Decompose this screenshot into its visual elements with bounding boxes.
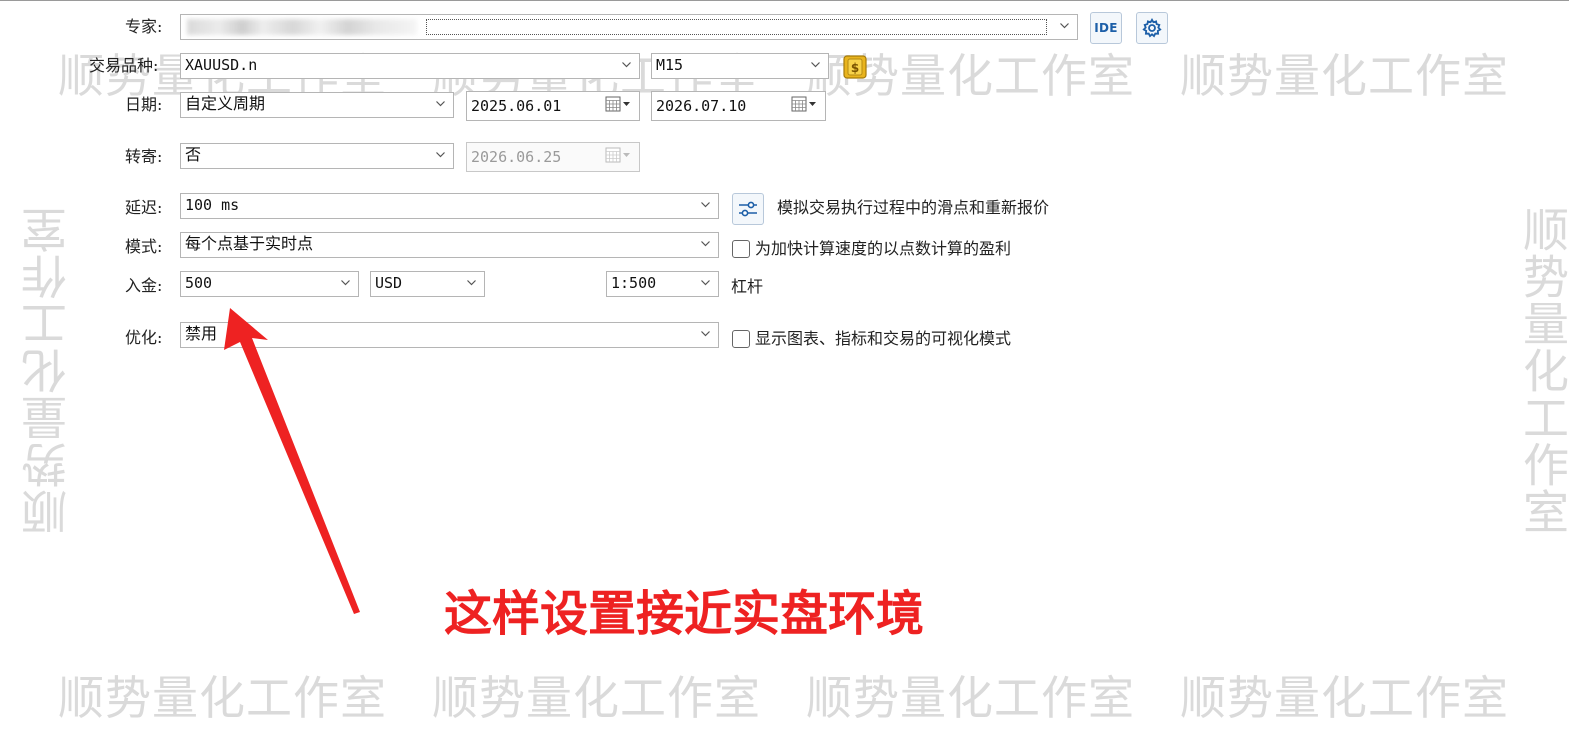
date-to-value: 2026.07.10: [656, 97, 747, 115]
top-divider: [0, 0, 1569, 1]
delay-value: 100 ms: [185, 196, 240, 214]
watermark: 顺势量化工作室: [1180, 49, 1509, 103]
optimization-select[interactable]: 禁用: [180, 322, 719, 348]
visual-mode-label: 显示图表、指标和交易的可视化模式: [755, 329, 1012, 348]
watermark: 顺势量化工作室: [806, 671, 1135, 725]
chevron-down-icon: [436, 99, 445, 108]
symbol-select[interactable]: XAUUSD.n: [180, 53, 640, 79]
chevron-down-icon: [436, 150, 445, 159]
chevron-down-icon: [701, 278, 710, 287]
calendar-icon: [605, 147, 631, 163]
date-label: 日期:: [125, 95, 163, 114]
ide-button-label: IDE: [1094, 21, 1118, 35]
leverage-select[interactable]: 1:500: [606, 271, 719, 297]
watermark: 顺势量化工作室: [432, 671, 761, 725]
forward-value: 否: [185, 145, 202, 164]
forward-date-value: 2026.06.25: [471, 148, 562, 166]
deposit-value: 500: [185, 274, 213, 292]
forward-select[interactable]: 否: [180, 143, 454, 169]
symbol-value: XAUUSD.n: [185, 56, 258, 74]
modeling-mode-value: 每个点基于实时点: [185, 234, 314, 253]
deposit-label: 入金:: [125, 276, 163, 295]
leverage-value: 1:500: [611, 274, 657, 292]
timeframe-value: M15: [656, 56, 684, 74]
redacted-expert-name: [187, 19, 417, 35]
calendar-icon[interactable]: [791, 96, 817, 112]
optimization-value: 禁用: [185, 324, 218, 343]
currency-select[interactable]: USD: [370, 271, 485, 297]
date-from-value: 2025.06.01: [471, 97, 562, 115]
annotation-text: 这样设置接近实盘环境: [444, 586, 925, 642]
date-to-picker[interactable]: 2026.07.10: [651, 91, 826, 121]
date-from-picker[interactable]: 2025.06.01: [466, 91, 640, 121]
date-range-select[interactable]: 自定义周期: [180, 92, 454, 118]
focus-outline: [426, 19, 1047, 35]
leverage-label: 杠杆: [731, 277, 764, 296]
coin-icon: $: [843, 55, 867, 79]
delay-select[interactable]: 100 ms: [180, 193, 719, 219]
date-range-value: 自定义周期: [185, 94, 266, 113]
watermark: 顺势量化工作室: [58, 671, 387, 725]
deposit-select[interactable]: 500: [180, 271, 359, 297]
slippage-note: 模拟交易执行过程中的滑点和重新报价: [777, 198, 1050, 217]
modeling-mode-select[interactable]: 每个点基于实时点: [180, 232, 719, 258]
visual-mode-checkbox[interactable]: [732, 330, 750, 348]
expert-label: 专家:: [125, 17, 163, 36]
ide-button[interactable]: IDE: [1090, 12, 1122, 44]
symbol-label: 交易品种:: [89, 56, 159, 75]
svg-text:$: $: [851, 61, 859, 75]
expert-select[interactable]: [180, 14, 1078, 40]
gear-icon: [1142, 18, 1162, 38]
sliders-icon: [739, 201, 757, 217]
chevron-down-icon: [701, 329, 710, 338]
profit-in-pips-label: 为加快计算速度的以点数计算的盈利: [755, 239, 1012, 258]
chevron-down-icon: [467, 278, 476, 287]
currency-value: USD: [375, 274, 403, 292]
chevron-down-icon: [622, 60, 631, 69]
chevron-down-icon: [1060, 21, 1069, 30]
mode-label: 模式:: [125, 237, 163, 256]
optimization-label: 优化:: [125, 328, 163, 347]
forward-date-picker: 2026.06.25: [466, 142, 640, 172]
delay-label: 延迟:: [125, 198, 163, 217]
forward-label: 转寄:: [125, 147, 163, 166]
chevron-down-icon: [811, 60, 820, 69]
profit-in-pips-checkbox[interactable]: [732, 240, 750, 258]
chevron-down-icon: [701, 239, 710, 248]
watermark: 顺势量化工作室: [1180, 671, 1509, 725]
chevron-down-icon: [341, 278, 350, 287]
slippage-settings-button[interactable]: [732, 193, 764, 225]
chevron-down-icon: [701, 200, 710, 209]
symbol-properties-button[interactable]: $: [842, 54, 868, 80]
watermark: 顺势量化工作室: [1516, 206, 1569, 535]
calendar-icon[interactable]: [605, 96, 631, 112]
settings-button[interactable]: [1136, 12, 1168, 44]
timeframe-select[interactable]: M15: [651, 53, 829, 79]
watermark: 顺势量化工作室: [20, 206, 74, 535]
